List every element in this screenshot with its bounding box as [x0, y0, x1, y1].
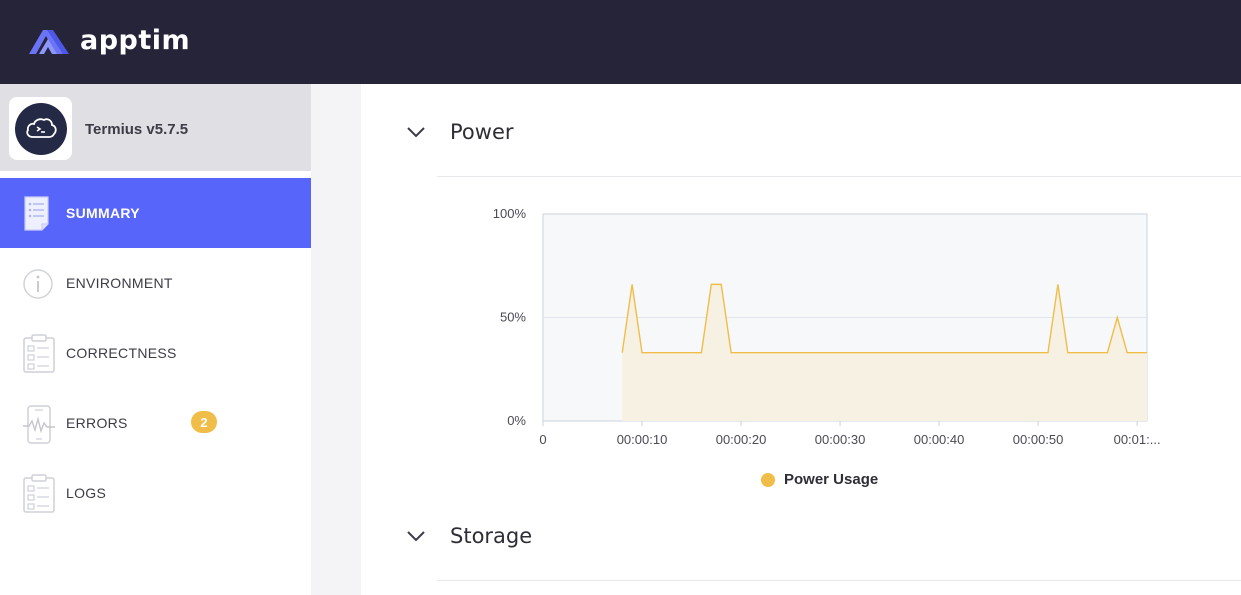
power-usage-chart: 0% 50% 100% 0 00:00:10 00:00:20 00:00:30 00:00:… — [493, 206, 1161, 447]
main-content: Power 0% 50% 100% 0 00:00:10 00:00:20 00:00:30… — [361, 84, 1241, 595]
storage-section-header[interactable]: Storage — [406, 524, 532, 548]
info-icon — [23, 269, 53, 299]
broken-phone-icon — [23, 405, 55, 444]
x-tick-label: 0 — [539, 432, 546, 447]
app-name: Termius v5.7.5 — [85, 121, 189, 138]
chevron-down-icon — [407, 127, 425, 138]
apptim-logo[interactable]: apptim — [27, 25, 190, 56]
storage-divider — [437, 580, 1241, 581]
nav-environment[interactable]: ENVIRONMENT — [0, 248, 311, 318]
x-tick-label: 00:00:40 — [914, 432, 965, 447]
clipboard-icon — [23, 334, 55, 373]
document-icon — [24, 196, 49, 231]
nav-summary-label: SUMMARY — [66, 205, 140, 221]
legend-dot — [761, 472, 775, 487]
legend-label: Power Usage — [784, 471, 879, 488]
apptim-logo-icon — [29, 29, 69, 54]
y-tick-label: 50% — [500, 310, 526, 325]
content-gutter — [311, 84, 361, 595]
errors-count-badge: 2 — [191, 411, 217, 433]
power-section-title: Power — [450, 120, 514, 144]
nav-errors[interactable]: ERRORS 2 — [0, 388, 311, 458]
power-divider — [437, 176, 1241, 177]
power-section-header[interactable]: Power — [406, 120, 514, 144]
nav-logs-label: LOGS — [66, 485, 107, 501]
top-bar: apptim — [0, 0, 1241, 84]
chart-legend[interactable]: Power Usage — [761, 471, 878, 488]
x-tick-label: 00:00:50 — [1013, 432, 1064, 447]
y-tick-label: 0% — [507, 413, 526, 428]
x-tick-label: 00:00:30 — [815, 432, 866, 447]
nav-correctness-label: CORRECTNESS — [66, 345, 177, 361]
nav-environment-label: ENVIRONMENT — [66, 275, 173, 291]
nav-logs[interactable]: LOGS — [0, 458, 311, 528]
app-card: Termius v5.7.5 — [0, 84, 311, 171]
storage-section-title: Storage — [450, 524, 533, 548]
nav-correctness[interactable]: CORRECTNESS — [0, 318, 311, 388]
chevron-down-icon — [407, 531, 425, 542]
y-tick-label: 100% — [493, 206, 527, 221]
termius-cloud-icon — [9, 97, 72, 160]
nav-errors-label: ERRORS — [66, 415, 128, 431]
x-tick-label: 00:00:20 — [716, 432, 767, 447]
x-tick-label: 00:01:... — [1114, 432, 1161, 447]
nav-summary[interactable]: SUMMARY — [0, 178, 311, 248]
clipboard-icon — [23, 474, 55, 513]
brand-name: apptim — [80, 25, 191, 56]
x-tick-label: 00:00:10 — [617, 432, 668, 447]
sidebar: Termius v5.7.5 SUMMARY ENVIRONMENT CORRE… — [0, 84, 311, 595]
